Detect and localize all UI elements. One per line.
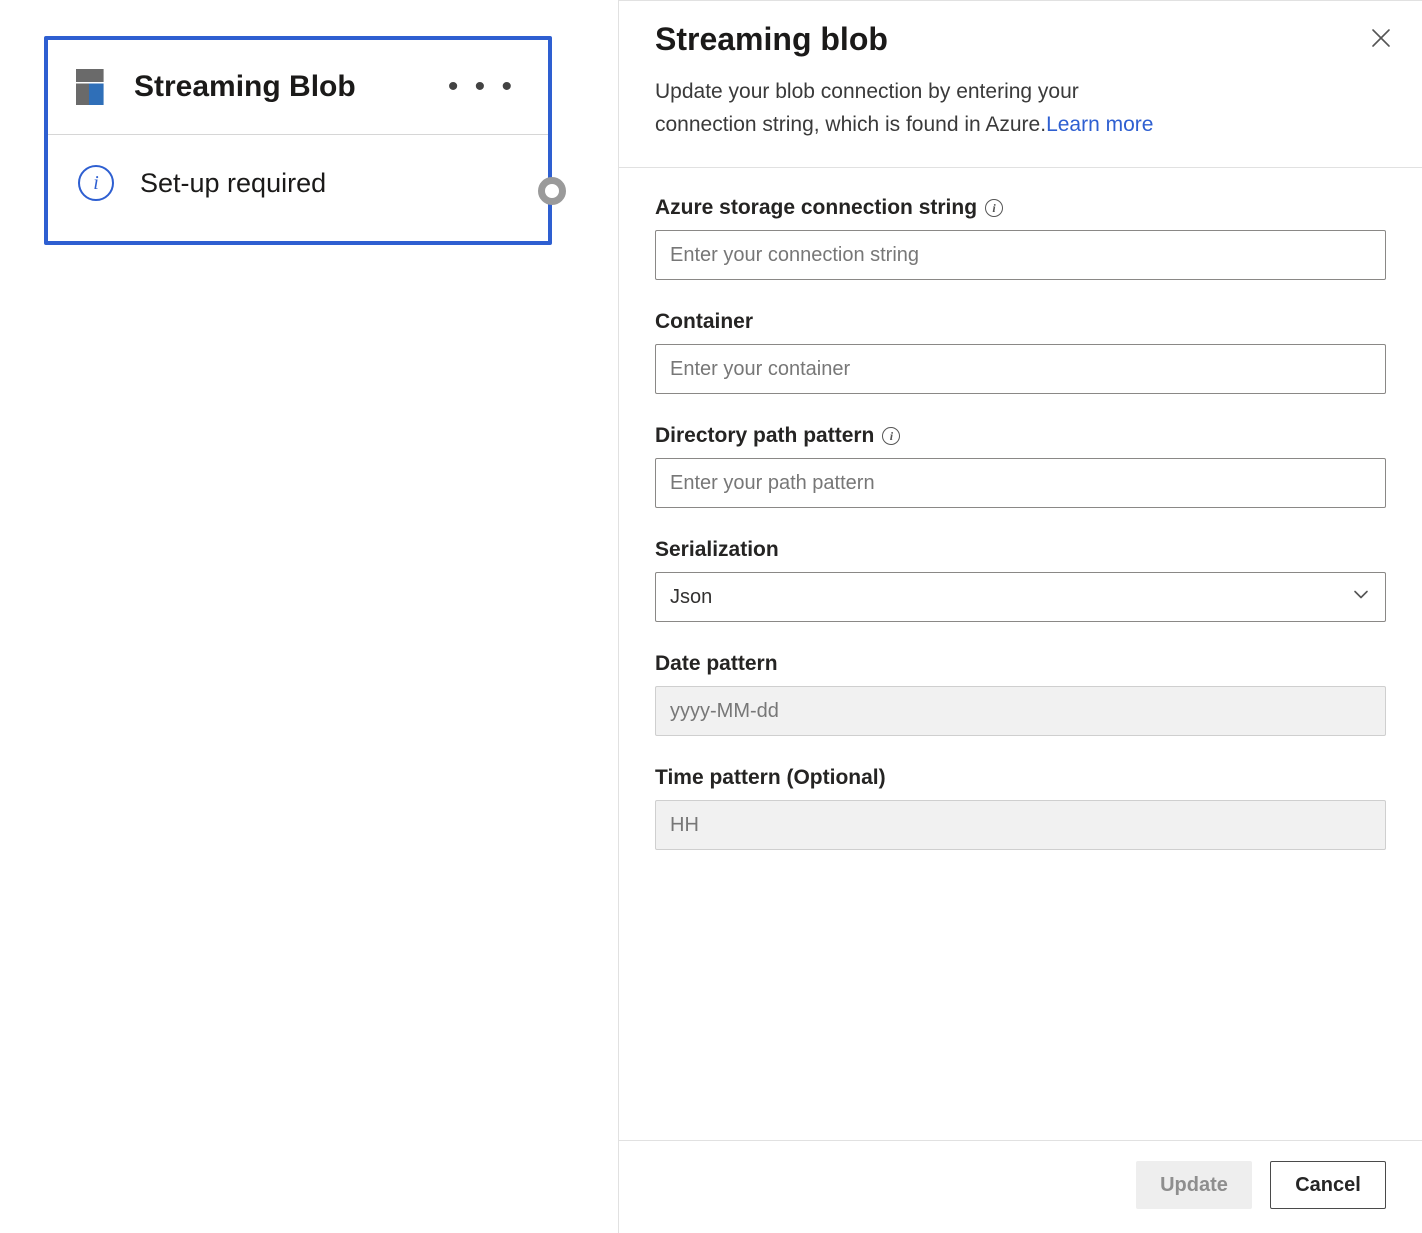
panel-footer: Update Cancel xyxy=(619,1140,1422,1233)
panel-form: Azure storage connection string i Contai… xyxy=(619,168,1422,1140)
close-button[interactable] xyxy=(1362,23,1400,57)
field-connection-string: Azure storage connection string i xyxy=(655,196,1386,280)
connection-string-label: Azure storage connection string xyxy=(655,196,977,220)
node-header: Streaming Blob • • • xyxy=(48,40,548,135)
time-pattern-label: Time pattern (Optional) xyxy=(655,766,886,790)
cancel-button[interactable]: Cancel xyxy=(1270,1161,1386,1209)
serialization-select[interactable]: Json xyxy=(655,572,1386,622)
node-body: i Set-up required xyxy=(48,135,548,241)
field-serialization: Serialization Json xyxy=(655,538,1386,622)
info-icon[interactable]: i xyxy=(882,427,900,445)
blob-storage-icon xyxy=(76,69,112,105)
connection-string-input[interactable] xyxy=(655,230,1386,280)
directory-path-input[interactable] xyxy=(655,458,1386,508)
node-status-text: Set-up required xyxy=(140,168,326,199)
node-title: Streaming Blob xyxy=(134,70,446,104)
update-button[interactable]: Update xyxy=(1136,1161,1252,1209)
container-input[interactable] xyxy=(655,344,1386,394)
field-date-pattern: Date pattern xyxy=(655,652,1386,736)
panel-title: Streaming blob xyxy=(655,21,888,58)
panel-description-text: Update your blob connection by entering … xyxy=(655,80,1079,136)
directory-path-label: Directory path pattern xyxy=(655,424,874,448)
node-output-port[interactable] xyxy=(538,177,566,205)
time-pattern-input xyxy=(655,800,1386,850)
app-root: Streaming Blob • • • i Set-up required S… xyxy=(0,0,1422,1233)
container-label: Container xyxy=(655,310,753,334)
field-directory-path: Directory path pattern i xyxy=(655,424,1386,508)
info-icon[interactable]: i xyxy=(985,199,1003,217)
field-container: Container xyxy=(655,310,1386,394)
info-icon: i xyxy=(78,165,114,201)
serialization-label: Serialization xyxy=(655,538,779,562)
field-time-pattern: Time pattern (Optional) xyxy=(655,766,1386,850)
panel-header: Streaming blob Update your blob connecti… xyxy=(619,1,1422,168)
streaming-blob-node[interactable]: Streaming Blob • • • i Set-up required xyxy=(44,36,552,245)
node-more-menu[interactable]: • • • xyxy=(446,68,518,106)
date-pattern-input xyxy=(655,686,1386,736)
panel-description: Update your blob connection by entering … xyxy=(655,76,1175,141)
close-icon xyxy=(1370,27,1392,49)
learn-more-link[interactable]: Learn more xyxy=(1046,113,1153,136)
canvas-area: Streaming Blob • • • i Set-up required xyxy=(0,0,618,1233)
config-panel: Streaming blob Update your blob connecti… xyxy=(618,0,1422,1233)
date-pattern-label: Date pattern xyxy=(655,652,778,676)
